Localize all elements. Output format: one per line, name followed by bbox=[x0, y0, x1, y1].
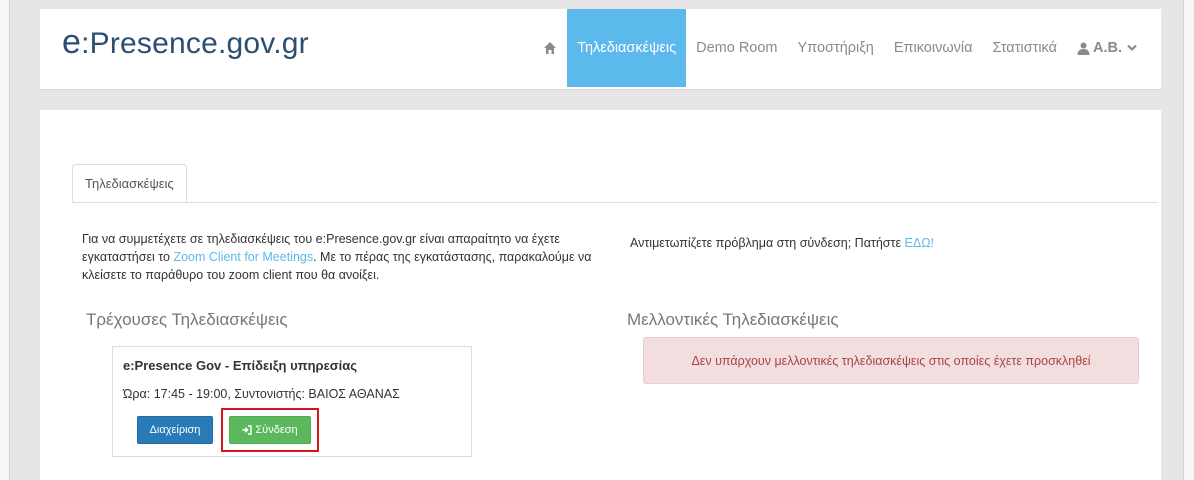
right-gutter bbox=[1183, 0, 1194, 480]
meeting-time: Ώρα: 17:45 - 19:00, Συντονιστής: ΒΑΙΟΣ Α… bbox=[123, 387, 400, 401]
user-icon bbox=[1077, 42, 1090, 55]
manage-button[interactable]: Διαχείριση bbox=[137, 416, 213, 444]
site-header: e:Presence.gov.gr Τηλεδιασκέψεις Demo Ro… bbox=[40, 9, 1161, 90]
logo-prefix: e bbox=[62, 23, 82, 61]
tab-teleconferences[interactable]: Τηλεδιασκέψεις bbox=[72, 164, 187, 202]
connection-problem-text: Αντιμετωπίζετε πρόβλημα στη σύνδεση; Πατ… bbox=[630, 236, 934, 250]
nav-home[interactable] bbox=[533, 9, 567, 87]
nav-item-statistics[interactable]: Στατιστικά bbox=[983, 9, 1067, 87]
no-future-meetings-alert: Δεν υπάρχουν μελλοντικές τηλεδιασκέψεις … bbox=[643, 337, 1139, 384]
logo-text: :Presence.gov.gr bbox=[81, 27, 309, 60]
manage-button-label: Διαχείριση bbox=[149, 424, 201, 436]
user-name: Α.Β. bbox=[1093, 40, 1122, 56]
join-button[interactable]: Σύνδεση bbox=[229, 416, 311, 444]
meeting-title: e:Presence Gov - Επίδειξη υπηρεσίας bbox=[123, 358, 357, 373]
browser-viewport: e:Presence.gov.gr Τηλεδιασκέψεις Demo Ro… bbox=[0, 0, 1194, 480]
problem-text: Αντιμετωπίζετε πρόβλημα στη σύνδεση; Πατ… bbox=[630, 236, 905, 250]
help-link[interactable]: ΕΔΩ! bbox=[905, 236, 935, 250]
meeting-card: e:Presence Gov - Επίδειξη υπηρεσίας Ώρα:… bbox=[112, 346, 472, 457]
nav-item-support[interactable]: Υποστήριξη bbox=[788, 9, 884, 87]
future-meetings-title: Μελλοντικές Τηλεδιασκέψεις bbox=[627, 310, 839, 329]
sign-in-icon bbox=[242, 425, 253, 435]
nav-item-demo-room[interactable]: Demo Room bbox=[686, 9, 787, 87]
current-meetings-title: Τρέχουσες Τηλεδιασκέψεις bbox=[86, 310, 288, 329]
nav-item-contact[interactable]: Επικοινωνία bbox=[884, 9, 983, 87]
intro-text: Για να συμμετέχετε σε τηλεδιασκέψεις του… bbox=[82, 230, 612, 284]
join-button-label: Σύνδεση bbox=[255, 424, 298, 436]
alert-message: Δεν υπάρχουν μελλοντικές τηλεδιασκέψεις … bbox=[691, 353, 1091, 368]
chevron-down-icon bbox=[1127, 44, 1137, 52]
user-menu[interactable]: Α.Β. bbox=[1067, 9, 1141, 87]
site-logo[interactable]: e:Presence.gov.gr bbox=[62, 23, 309, 62]
left-gutter bbox=[0, 0, 10, 480]
tab-bar: Τηλεδιασκέψεις bbox=[72, 164, 1158, 203]
zoom-client-link[interactable]: Zoom Client for Meetings bbox=[173, 250, 313, 264]
main-panel: Τηλεδιασκέψεις Για να συμμετέχετε σε τηλ… bbox=[40, 110, 1161, 480]
nav-item-teleconferences[interactable]: Τηλεδιασκέψεις bbox=[567, 9, 687, 87]
home-icon bbox=[544, 42, 557, 54]
main-nav: Τηλεδιασκέψεις Demo Room Υποστήριξη Επικ… bbox=[533, 9, 1141, 87]
